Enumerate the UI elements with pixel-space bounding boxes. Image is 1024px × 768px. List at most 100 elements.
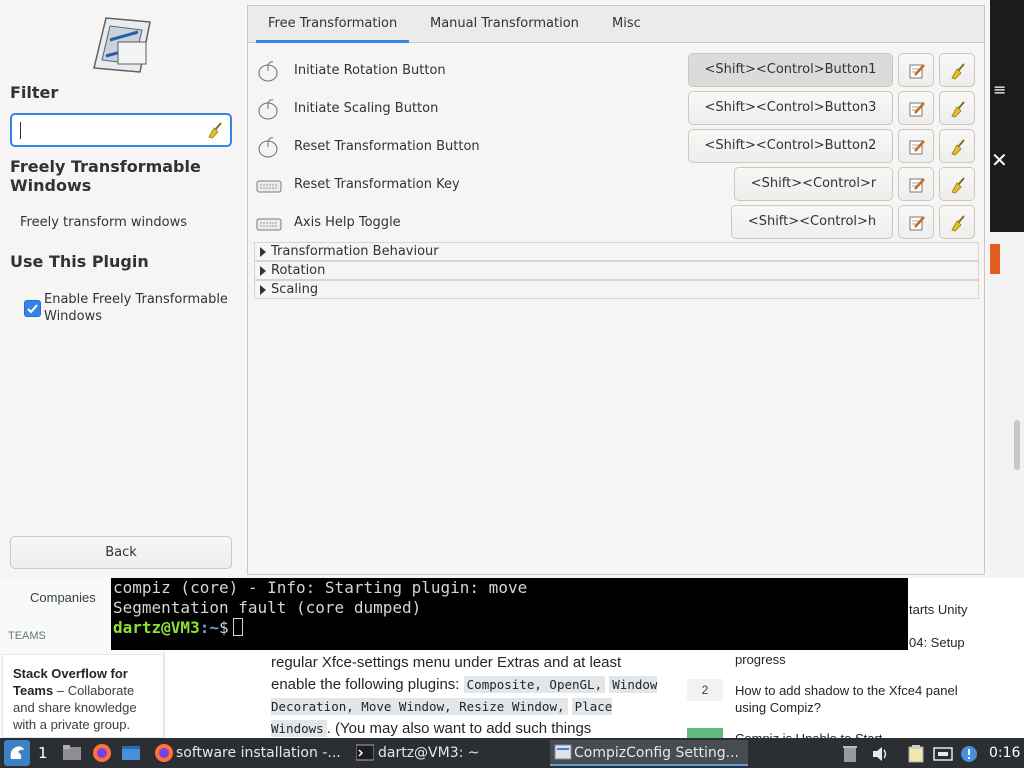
prompt-user: dartz@VM3: [113, 618, 200, 637]
notification-icon[interactable]: [960, 744, 978, 768]
file-manager-icon[interactable]: [62, 743, 82, 768]
use-plugin-heading: Use This Plugin: [10, 252, 149, 271]
network-icon[interactable]: [933, 744, 953, 768]
terminal-icon: [355, 744, 375, 768]
edit-button[interactable]: [898, 167, 934, 201]
edit-pencil-icon: [909, 140, 925, 155]
binding-button[interactable]: <Shift><Control>h: [731, 205, 893, 239]
mouse-icon: [256, 61, 280, 87]
setting-label: Axis Help Toggle: [294, 215, 401, 230]
plugin-transform-icon: [88, 12, 154, 74]
edit-button[interactable]: [898, 91, 934, 125]
filter-input[interactable]: [12, 115, 192, 145]
setting-row-reset-transformation-key: Reset Transformation Key <Shift><Control…: [254, 167, 978, 205]
binding-button[interactable]: <Shift><Control>Button1: [688, 53, 893, 87]
setting-row-initiate-scaling: Initiate Scaling Button <Shift><Control>…: [254, 91, 978, 129]
edit-button[interactable]: [898, 205, 934, 239]
tab-bar: Free Transformation Manual Transformatio…: [248, 6, 984, 43]
binding-button[interactable]: <Shift><Control>Button2: [688, 129, 893, 163]
taskbar: 1 software installation -... dartz@VM3: …: [0, 738, 1024, 768]
enable-plugin-checkbox[interactable]: [24, 300, 41, 317]
edit-pencil-icon: [909, 216, 925, 231]
firefox-icon: [154, 743, 174, 768]
ccsm-window: Filter Freely Transformable Windows Free…: [0, 0, 990, 578]
hot-question-link[interactable]: tarts Unity: [909, 601, 968, 618]
edit-button[interactable]: [898, 53, 934, 87]
question-score-badge: [687, 728, 723, 738]
hot-question-link[interactable]: progress: [735, 651, 786, 668]
clipboard-icon[interactable]: [908, 744, 924, 768]
ccsm-sidebar: Filter Freely Transformable Windows Free…: [0, 0, 245, 578]
tab-free-transformation[interactable]: Free Transformation: [256, 6, 410, 43]
keyboard-icon: [256, 213, 282, 237]
expand-arrow-icon: [260, 285, 266, 295]
terminal-window[interactable]: compiz (core) - Info: Starting plugin: m…: [111, 578, 908, 650]
page-scrollbar[interactable]: [1014, 420, 1020, 470]
back-button[interactable]: Back: [10, 536, 232, 569]
binding-button[interactable]: <Shift><Control>r: [734, 167, 893, 201]
question-score-badge: 2: [687, 679, 723, 701]
task-ccsm[interactable]: CompizConfig Setting...: [550, 740, 748, 766]
workspace-switcher[interactable]: 1: [38, 738, 48, 768]
task-terminal[interactable]: dartz@VM3: ~: [354, 740, 544, 766]
hot-question-link[interactable]: 04: Setup: [909, 634, 965, 651]
nav-companies-link[interactable]: Companies: [30, 590, 96, 605]
reset-button[interactable]: [939, 53, 975, 87]
reset-button[interactable]: [939, 129, 975, 163]
clear-broom-icon: [951, 63, 965, 80]
terminal-prompt[interactable]: dartz@VM3:~$: [113, 618, 906, 638]
volume-icon[interactable]: [871, 744, 889, 768]
nav-teams-heading: TEAMS: [8, 630, 46, 642]
task-label: CompizConfig Setting...: [574, 745, 739, 761]
answer-text: . (You may also want to add such things: [326, 720, 592, 737]
show-desktop-icon[interactable]: [121, 743, 141, 768]
setting-label: Initiate Rotation Button: [294, 63, 446, 78]
keyboard-icon: [256, 175, 282, 199]
text-caret: [20, 122, 21, 139]
plugin-description: Freely transform windows: [20, 215, 187, 230]
edit-button[interactable]: [898, 129, 934, 163]
settings-panel: Free Transformation Manual Transformatio…: [247, 5, 985, 575]
section-label: Scaling: [271, 282, 319, 297]
setting-row-initiate-rotation: Initiate Rotation Button <Shift><Control…: [254, 53, 978, 91]
binding-button[interactable]: <Shift><Control>Button3: [688, 91, 893, 125]
setting-row-reset-transformation-button: Reset Transformation Button <Shift><Cont…: [254, 129, 978, 167]
reset-button[interactable]: [939, 91, 975, 125]
section-scaling[interactable]: Scaling: [254, 280, 979, 299]
section-rotation[interactable]: Rotation: [254, 261, 979, 280]
hot-question-link[interactable]: Compiz is Unable to Start: [735, 730, 882, 738]
teams-promo[interactable]: Stack Overflow for Teams – Collaborate a…: [2, 654, 164, 738]
mouse-icon: [256, 137, 280, 163]
expand-arrow-icon: [260, 266, 266, 276]
filter-field[interactable]: [10, 113, 232, 147]
background-orange-button[interactable]: [990, 244, 1000, 274]
tab-misc[interactable]: Misc: [600, 6, 653, 43]
hot-question-link[interactable]: How to add shadow to the Xfce4 panel usi…: [735, 682, 975, 716]
expand-arrow-icon: [260, 247, 266, 257]
firefox-icon[interactable]: [92, 743, 112, 768]
section-transformation-behaviour[interactable]: Transformation Behaviour: [254, 242, 979, 261]
clock[interactable]: 0:16: [989, 738, 1020, 768]
reset-button[interactable]: [939, 205, 975, 239]
clear-broom-icon: [951, 139, 965, 156]
checkmark-icon: [27, 304, 38, 314]
tab-manual-transformation[interactable]: Manual Transformation: [418, 6, 591, 43]
filter-heading: Filter: [10, 83, 59, 102]
reset-button[interactable]: [939, 167, 975, 201]
prompt-symbol: $: [218, 618, 229, 637]
clear-broom-icon: [951, 177, 965, 194]
clear-broom-icon[interactable]: [206, 121, 224, 143]
setting-label: Initiate Scaling Button: [294, 101, 439, 116]
whisker-menu-icon[interactable]: [4, 740, 30, 766]
trash-icon[interactable]: [843, 744, 857, 768]
clear-broom-icon: [951, 215, 965, 232]
clear-broom-icon: [951, 101, 965, 118]
task-firefox[interactable]: software installation -...: [152, 740, 342, 766]
hamburger-menu-icon[interactable]: ≡: [993, 80, 1006, 99]
enable-plugin-label[interactable]: Enable Freely Transformable Windows: [44, 291, 234, 325]
task-label: software installation -...: [176, 745, 341, 761]
setting-row-axis-help-toggle: Axis Help Toggle <Shift><Control>h: [254, 205, 978, 243]
background-page-edge: [990, 232, 1024, 578]
plugin-title: Freely Transformable Windows: [10, 157, 201, 195]
close-icon[interactable]: ✕: [991, 148, 1008, 172]
